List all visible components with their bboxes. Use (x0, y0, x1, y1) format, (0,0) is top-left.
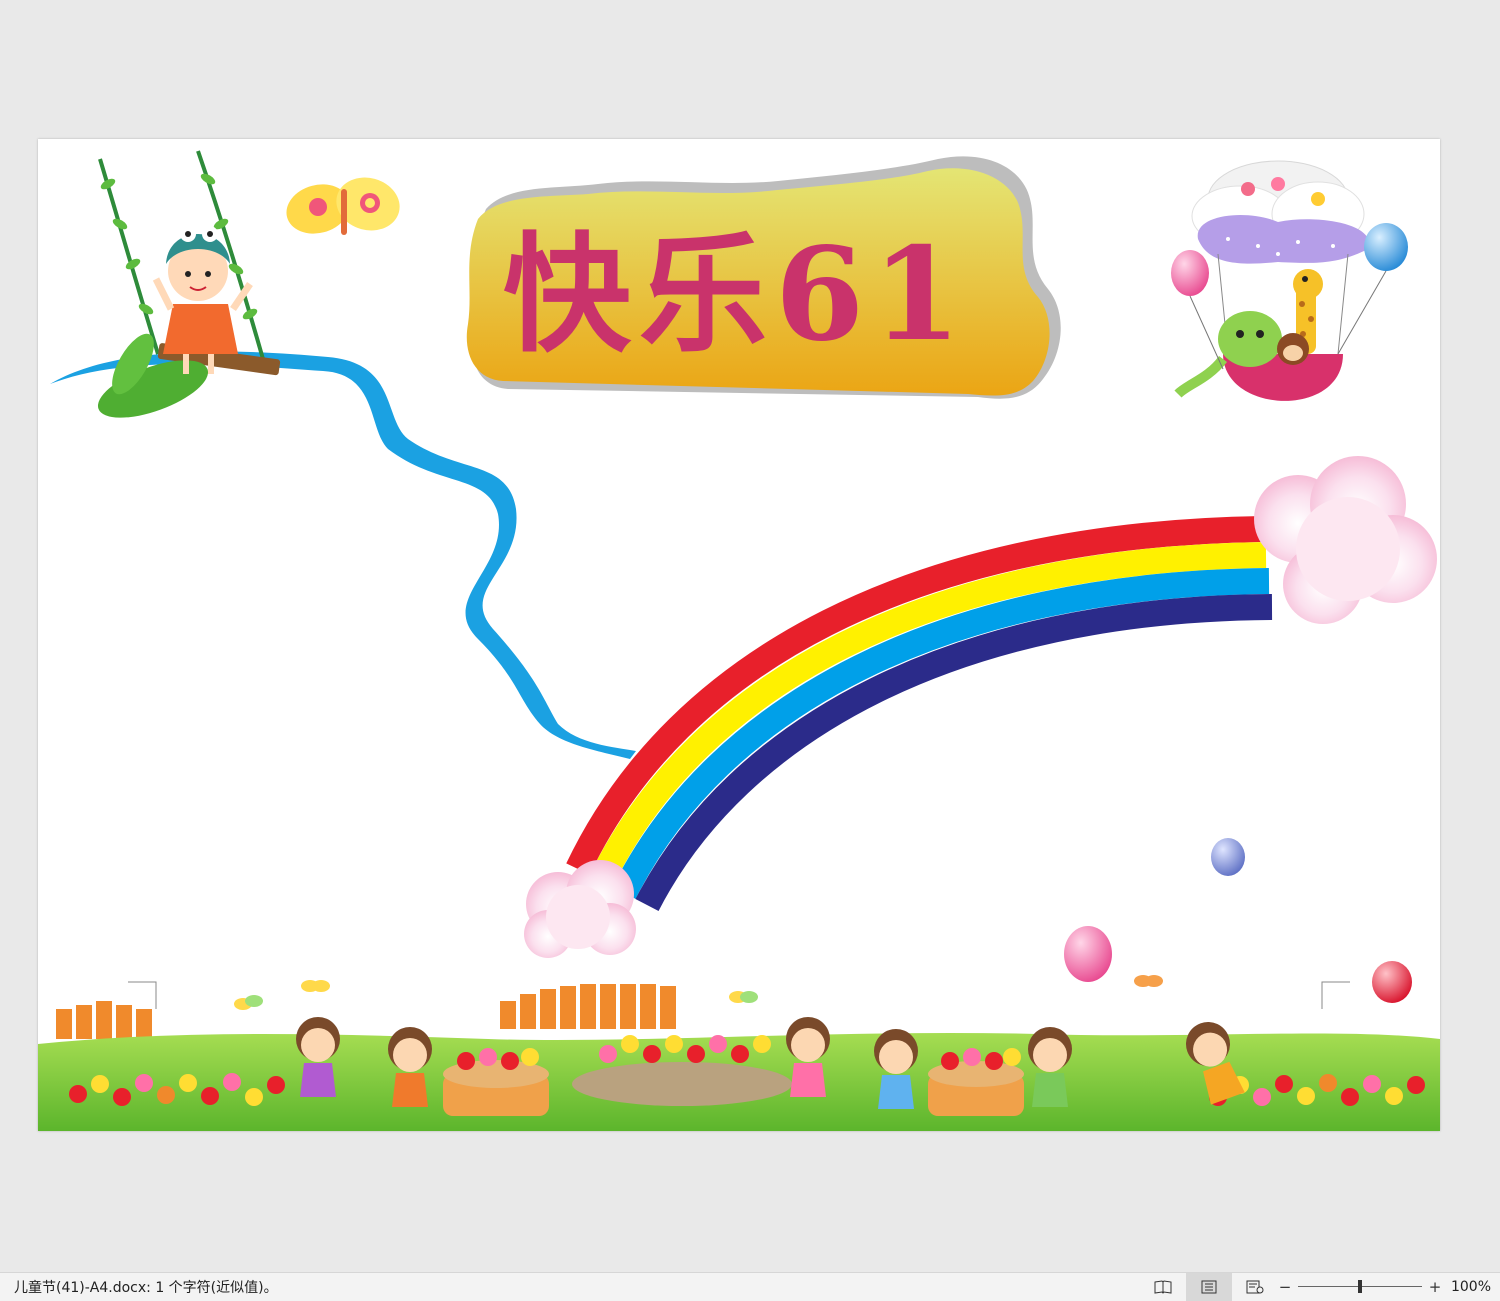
status-bar-controls: − + 100% (1140, 1273, 1500, 1301)
zoom-in-button[interactable]: + (1428, 1278, 1442, 1296)
web-page-icon (1246, 1280, 1264, 1294)
planter-left (443, 1048, 549, 1116)
balloon-slate (1211, 838, 1245, 876)
planter-right (928, 1048, 1024, 1116)
zoom-out-button[interactable]: − (1278, 1278, 1292, 1296)
balloon-red-lower (1372, 961, 1412, 1003)
balloon-pink-lower (1064, 926, 1112, 982)
balloon-pink-top (1171, 250, 1224, 370)
small-butterfly-4 (1134, 975, 1163, 987)
crop-mark-right (1321, 981, 1350, 1009)
small-butterfly-1 (234, 995, 263, 1010)
document-canvas: 快乐61 (0, 0, 1500, 1272)
title-plaque: 快乐61 (466, 156, 1061, 399)
book-icon (1154, 1280, 1172, 1294)
zoom-level[interactable]: 100% (1442, 1279, 1500, 1295)
poster-artwork: 快乐61 (38, 150, 1440, 1131)
cloud-left (524, 860, 636, 958)
flower-patch-center (572, 1035, 792, 1106)
zoom-slider-thumb[interactable] (1358, 1280, 1362, 1293)
crop-mark-left (128, 981, 157, 1009)
document-page[interactable]: 快乐61 (38, 139, 1440, 1131)
cloud-right (1254, 456, 1437, 624)
small-butterfly-2 (301, 980, 330, 992)
girl-on-swing-illustration (97, 150, 281, 418)
fence-middle (500, 984, 676, 1029)
print-layout-button[interactable] (1186, 1273, 1232, 1301)
fence-left (56, 1001, 152, 1039)
small-butterfly-3 (729, 991, 758, 1003)
document-info[interactable]: 儿童节(41)-A4.docx: 1 个字符(近似值)。 (14, 1277, 278, 1297)
rainbow-illustration (566, 516, 1273, 911)
page-lines-icon (1201, 1280, 1217, 1294)
butterfly-illustration (286, 177, 400, 235)
web-layout-button[interactable] (1232, 1273, 1278, 1301)
read-mode-button[interactable] (1140, 1273, 1186, 1301)
zoom-slider[interactable] (1298, 1273, 1422, 1301)
title-text: 快乐61 (503, 220, 969, 370)
status-bar: 儿童节(41)-A4.docx: 1 个字符(近似值)。 − + 100% (0, 1272, 1500, 1301)
